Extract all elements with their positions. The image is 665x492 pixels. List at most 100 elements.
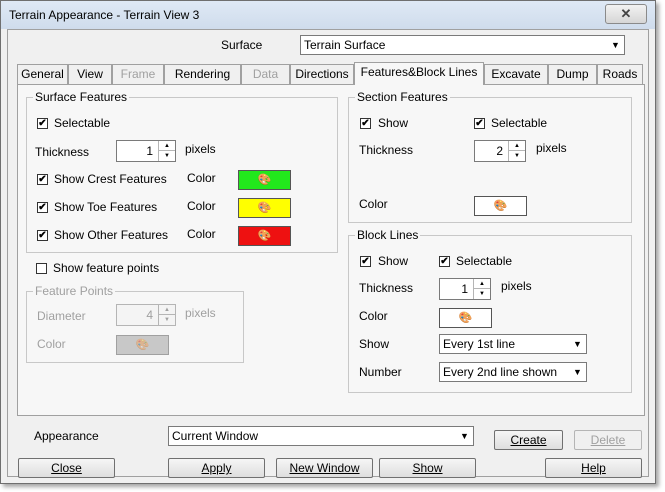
section-show-checkbox[interactable]: ✔ [360,118,371,129]
feature-points-color-button[interactable]: 🎨 [116,335,169,355]
tab-label: Rendering [174,67,231,81]
show-crest-features-label: Show Crest Features [54,172,167,186]
diameter-stepper[interactable]: 4 ▲ ▼ [116,304,176,326]
close-window-button[interactable]: ✕ [605,4,647,24]
show-toe-features-checkbox[interactable]: ✔ [37,202,48,213]
palette-icon: 🎨 [257,230,272,242]
features-block-lines-panel: Surface Features ✔ Selectable Thickness … [17,84,645,416]
section-thickness-stepper[interactable]: 2 ▲ ▼ [474,140,526,162]
block-color-label: Color [359,309,388,323]
tab-frame[interactable]: Frame [112,64,164,84]
group-title: Surface Features [33,90,130,104]
block-show-mode-value: Every 1st line [443,337,516,351]
appearance-label: Appearance [34,429,99,443]
other-color-label: Color [187,227,216,241]
show-other-features-checkbox[interactable]: ✔ [37,230,48,241]
spin-down-icon[interactable]: ▼ [159,315,175,325]
toe-color-label: Color [187,199,216,213]
tab-rendering[interactable]: Rendering [164,64,241,84]
block-thickness-stepper[interactable]: 1 ▲ ▼ [439,278,491,300]
selectable-checkbox[interactable]: ✔ [37,118,48,129]
palette-icon: 🎨 [493,200,508,212]
spin-up-icon[interactable]: ▲ [159,141,175,151]
tab-excavate[interactable]: Excavate [484,64,548,84]
tab-label: View [77,67,103,81]
block-thickness-value: 1 [461,282,468,296]
new-window-label: New Window [289,461,360,475]
group-title: Feature Points [33,284,116,298]
block-show-mode-label: Show [359,337,390,351]
tab-label: Roads [602,67,638,81]
show-feature-points-checkbox[interactable] [36,263,47,274]
block-show-checkbox[interactable]: ✔ [360,256,371,267]
show-button[interactable]: Show [379,458,476,478]
new-window-button[interactable]: New Window [276,458,373,478]
chevron-down-icon: ▼ [573,339,582,349]
create-button[interactable]: Create [494,430,563,450]
appearance-select[interactable]: Current Window ▼ [168,426,474,446]
create-label: Create [510,433,547,447]
show-label: Show [412,461,443,475]
block-show-mode-select[interactable]: Every 1st line ▼ [439,334,587,354]
terrain-appearance-dialog: Terrain Appearance - Terrain View 3 ✕ Su… [0,0,656,484]
delete-button[interactable]: Delete [574,430,642,450]
spin-up-icon[interactable]: ▲ [509,141,525,151]
show-crest-features-checkbox[interactable]: ✔ [37,174,48,185]
spin-down-icon[interactable]: ▼ [509,151,525,161]
crest-color-button[interactable]: 🎨 [238,170,291,190]
crest-color-label: Color [187,171,216,185]
block-lines-group: Block Lines ✔ Show ✔ Selectable Thicknes… [348,228,632,393]
show-toe-features-label: Show Toe Features [54,200,158,214]
spin-down-icon[interactable]: ▼ [474,289,490,299]
section-color-label: Color [359,197,388,211]
section-features-group: Section Features ✔ Show ✔ Selectable Thi… [348,90,632,223]
tab-label: General [21,67,64,81]
diameter-value: 4 [146,308,153,322]
close-button[interactable]: Close [18,458,115,478]
thickness-value: 1 [146,144,153,158]
help-button[interactable]: Help [545,458,642,478]
block-thickness-unit: pixels [501,279,532,293]
toe-color-button[interactable]: 🎨 [238,198,291,218]
thickness-unit: pixels [185,142,216,156]
surface-select[interactable]: Terrain Surface ▼ [300,35,625,55]
apply-button[interactable]: Apply [168,458,265,478]
palette-icon: 🎨 [257,202,272,214]
tab-data[interactable]: Data [241,64,290,84]
tab-features-block-lines[interactable]: Features&Block Lines [354,62,484,85]
block-show-label: Show [378,254,409,268]
tab-general[interactable]: General [17,64,68,84]
surface-value: Terrain Surface [304,38,386,52]
palette-icon: 🎨 [257,174,272,186]
palette-icon: 🎨 [458,312,473,324]
group-title: Block Lines [355,228,421,242]
thickness-stepper[interactable]: 1 ▲ ▼ [116,140,176,162]
other-color-button[interactable]: 🎨 [238,226,291,246]
block-selectable-checkbox[interactable]: ✔ [439,256,450,267]
tab-label: Data [252,67,279,81]
tab-directions[interactable]: Directions [290,64,354,84]
spin-up-icon[interactable]: ▲ [159,305,175,315]
block-thickness-label: Thickness [359,281,414,295]
spin-down-icon[interactable]: ▼ [159,151,175,161]
section-color-button[interactable]: 🎨 [474,196,527,216]
spin-up-icon[interactable]: ▲ [474,279,490,289]
feature-points-group: Feature Points Diameter 4 ▲ ▼ pixels Colo… [26,284,244,363]
section-selectable-checkbox[interactable]: ✔ [474,118,485,129]
block-number-select[interactable]: Every 2nd line shown ▼ [439,362,587,382]
title-bar: Terrain Appearance - Terrain View 3 ✕ [1,1,655,29]
delete-label: Delete [590,433,626,447]
chevron-down-icon: ▼ [460,431,469,441]
tab-dump[interactable]: Dump [548,64,597,84]
tab-label: Dump [556,67,589,81]
tab-roads[interactable]: Roads [597,64,643,84]
close-icon: ✕ [620,6,632,21]
dialog-body: Surface Terrain Surface ▼ General View F… [7,29,649,478]
group-title: Section Features [355,90,450,104]
section-thickness-label: Thickness [359,143,414,157]
help-label: Help [581,461,606,475]
block-color-button[interactable]: 🎨 [439,308,492,328]
tab-view[interactable]: View [68,64,112,84]
surface-label: Surface [221,38,263,52]
show-feature-points-label: Show feature points [53,261,160,275]
